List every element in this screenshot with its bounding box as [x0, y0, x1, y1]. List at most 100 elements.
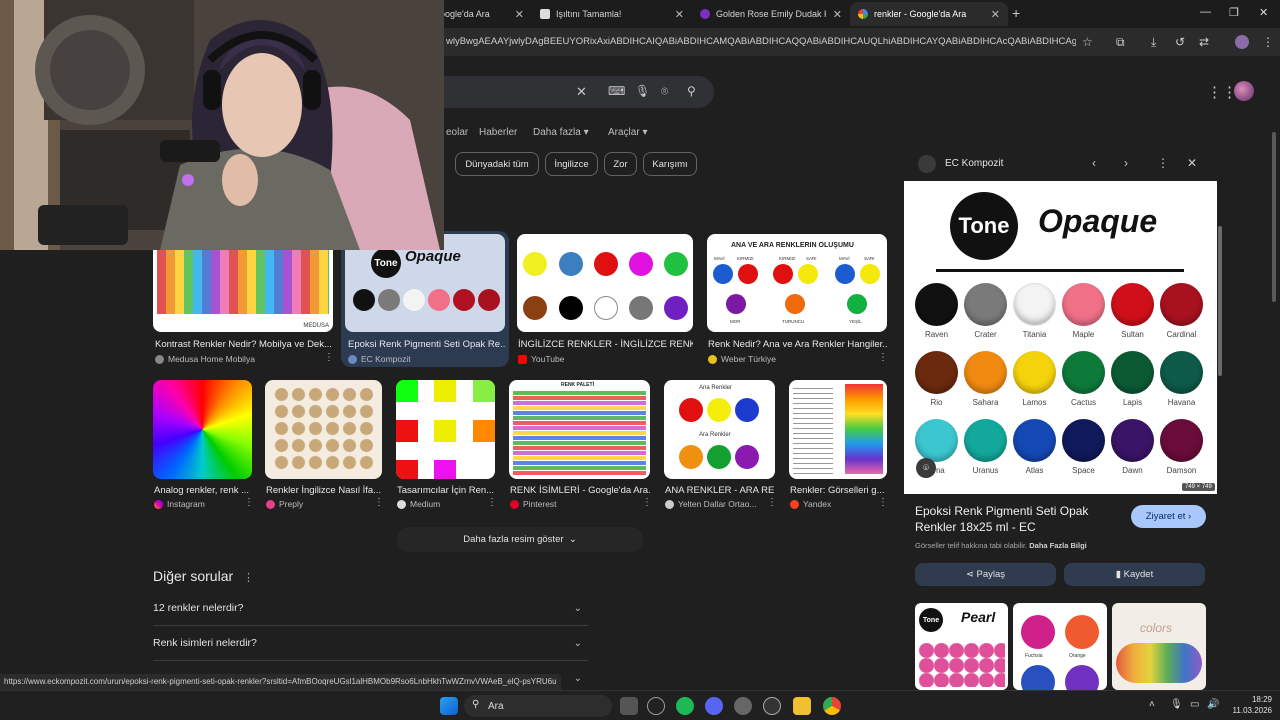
- chip-english[interactable]: İngilizce: [545, 152, 598, 176]
- result-title[interactable]: Tasarımcılar İçin Ren...: [397, 485, 495, 496]
- more-info-link[interactable]: Daha Fazla Bilgi: [1029, 541, 1087, 550]
- more-options-icon[interactable]: ⋮: [487, 497, 497, 508]
- tab-more[interactable]: Daha fazla ▾: [533, 127, 589, 138]
- result-title[interactable]: ANA RENKLER - ARA RE...: [665, 485, 775, 496]
- profile-avatar-icon[interactable]: [1235, 35, 1249, 49]
- result-title[interactable]: İNGİLİZCE RENKLER - İNGİLİZCE RENKL...: [518, 339, 693, 350]
- tab-isiltini[interactable]: Işıltını Tamamla! ✕: [532, 2, 692, 26]
- result-title[interactable]: RENK İSİMLERİ - Google'da Ara...: [510, 485, 650, 496]
- preview-image[interactable]: Tone Opaque Raven Crater Titania Maple Sulta…: [904, 181, 1217, 494]
- chatgpt-icon[interactable]: [647, 697, 665, 715]
- related-image[interactable]: colors: [1112, 603, 1206, 690]
- close-icon[interactable]: ✕: [1187, 156, 1197, 170]
- result-source[interactable]: Pinterest: [510, 499, 557, 509]
- related-image[interactable]: Tone Pearl: [915, 603, 1008, 690]
- more-options-icon[interactable]: ⋮: [324, 352, 334, 363]
- avatar[interactable]: [1234, 81, 1254, 101]
- result-title[interactable]: Renkler İngilizce Nasıl İfa...: [266, 485, 382, 496]
- maximize-button[interactable]: ❐: [1229, 6, 1239, 19]
- tab-google-search-1[interactable]: oogle'da Ara ✕: [432, 2, 532, 26]
- more-options-icon[interactable]: ⋮: [244, 497, 254, 508]
- history-icon[interactable]: ↺: [1175, 35, 1185, 49]
- close-icon[interactable]: ✕: [515, 8, 524, 21]
- network-icon[interactable]: ▭: [1190, 699, 1199, 710]
- keyboard-icon[interactable]: ⌨: [608, 84, 625, 98]
- more-options-icon[interactable]: ⋮: [767, 497, 777, 508]
- task-view-icon[interactable]: [620, 697, 638, 715]
- file-explorer-icon[interactable]: [793, 697, 811, 715]
- discord-icon[interactable]: [705, 697, 723, 715]
- menu-icon[interactable]: ⋮: [1262, 35, 1274, 49]
- next-icon[interactable]: ›: [1124, 156, 1128, 170]
- panel-scroll-thumb[interactable]: [1218, 226, 1222, 376]
- windows-start-icon[interactable]: [440, 697, 458, 715]
- system-clock[interactable]: 18:29 11.03.2026: [1226, 694, 1272, 716]
- preview-title[interactable]: Epoksi Renk Pigmenti Seti Opak Renkler 1…: [915, 503, 1115, 535]
- result-title[interactable]: Epoksi Renk Pigmenti Seti Opak Re...: [348, 339, 506, 350]
- result-thumbnail[interactable]: [396, 380, 495, 479]
- download-icon[interactable]: ⤓: [1151, 35, 1156, 50]
- chip-mixture[interactable]: Karışımı: [643, 152, 697, 176]
- result-title[interactable]: Kontrast Renkler Nedir? Mobilya ve Dek..…: [155, 339, 333, 350]
- apps-grid-icon[interactable]: ⋮⋮: [1207, 83, 1237, 101]
- tab-renkler[interactable]: renkler - Google'da Ara ✕: [850, 2, 1008, 26]
- clear-icon[interactable]: ✕: [576, 84, 587, 100]
- microphone-icon[interactable]: 🎙: [635, 84, 650, 98]
- result-source[interactable]: Instagram: [154, 499, 205, 509]
- faq-item[interactable]: 12 renkler nelerdir? ⌄: [153, 591, 588, 626]
- result-title[interactable]: Analog renkler, renk ...: [154, 485, 252, 496]
- result-source[interactable]: EC Kompozit: [348, 354, 411, 364]
- result-source[interactable]: Weber Türkiye: [708, 354, 776, 364]
- more-options-icon[interactable]: ⋮: [878, 497, 888, 508]
- result-source[interactable]: Yelten Dallar Ortao...: [665, 499, 757, 509]
- result-title[interactable]: Renk Nedir? Ana ve Ara Renkler Hangiler.…: [708, 339, 887, 350]
- previous-icon[interactable]: ‹: [1092, 156, 1096, 170]
- result-thumbnail[interactable]: [153, 380, 252, 479]
- tab-golden-rose[interactable]: Golden Rose Emily Dudak Kalem ✕: [692, 2, 850, 26]
- more-options-icon[interactable]: ⋮: [878, 352, 888, 363]
- app-icon[interactable]: [763, 697, 781, 715]
- close-icon[interactable]: ✕: [833, 8, 842, 21]
- translate-icon[interactable]: ⇄: [1199, 35, 1209, 49]
- result-source[interactable]: Medusa Home Mobilya: [155, 354, 255, 364]
- lens-icon[interactable]: ⌾: [661, 84, 668, 99]
- lens-icon[interactable]: ⌾: [916, 458, 936, 478]
- visit-button[interactable]: Ziyaret et ›: [1131, 505, 1206, 528]
- close-icon[interactable]: ✕: [675, 8, 684, 21]
- close-icon[interactable]: ✕: [991, 8, 1000, 21]
- more-options-icon[interactable]: ⋮: [374, 497, 384, 508]
- volume-icon[interactable]: 🔊: [1207, 699, 1219, 710]
- search-input[interactable]: ✕ ⌨ 🎙 ⌾ ⚲: [430, 76, 714, 108]
- faq-item[interactable]: Renk isimleri nelerdir? ⌄: [153, 626, 588, 661]
- tab-news[interactable]: Haberler: [479, 127, 517, 138]
- result-thumbnail[interactable]: Ana Renkler Ara Renkler: [664, 380, 775, 479]
- result-thumbnail[interactable]: [517, 234, 693, 332]
- chip-worldwide[interactable]: Dünyadaki tüm: [455, 152, 539, 176]
- share-button[interactable]: ⋖ Paylaş: [915, 563, 1056, 586]
- star-icon[interactable]: ☆: [1082, 35, 1093, 49]
- tray-chevron-icon[interactable]: ˄: [1149, 699, 1155, 710]
- page-scroll-thumb[interactable]: [1272, 132, 1276, 302]
- microphone-icon[interactable]: 🎙: [1170, 699, 1183, 710]
- search-icon[interactable]: ⚲: [687, 84, 696, 98]
- save-button[interactable]: ▮ Kaydet: [1064, 563, 1205, 586]
- related-image[interactable]: Fuchsia Orange: [1013, 603, 1107, 690]
- spotify-icon[interactable]: [676, 697, 694, 715]
- result-title[interactable]: Renkler: Görselleri g...: [790, 485, 886, 496]
- more-options-icon[interactable]: ⋮: [243, 572, 254, 584]
- result-source[interactable]: YouTube: [518, 354, 564, 364]
- result-source[interactable]: Medium: [397, 499, 440, 509]
- result-source[interactable]: Yandex: [790, 499, 831, 509]
- result-thumbnail[interactable]: RENK PALETİ: [509, 380, 650, 479]
- chrome-icon[interactable]: [823, 697, 841, 715]
- extensions-icon[interactable]: ⧉: [1116, 35, 1125, 50]
- more-images-button[interactable]: Daha fazla resim göster ⌄: [397, 527, 643, 552]
- result-thumbnail[interactable]: [265, 380, 382, 479]
- more-options-icon[interactable]: ⋮: [642, 497, 652, 508]
- minimize-button[interactable]: —: [1200, 6, 1211, 18]
- more-options-icon[interactable]: ⋮: [1157, 156, 1169, 170]
- panel-source[interactable]: EC Kompozit: [945, 158, 1003, 169]
- result-thumbnail[interactable]: [789, 380, 887, 479]
- taskbar-search[interactable]: ⚲ Ara: [464, 695, 612, 717]
- new-tab-button[interactable]: +: [1012, 5, 1020, 21]
